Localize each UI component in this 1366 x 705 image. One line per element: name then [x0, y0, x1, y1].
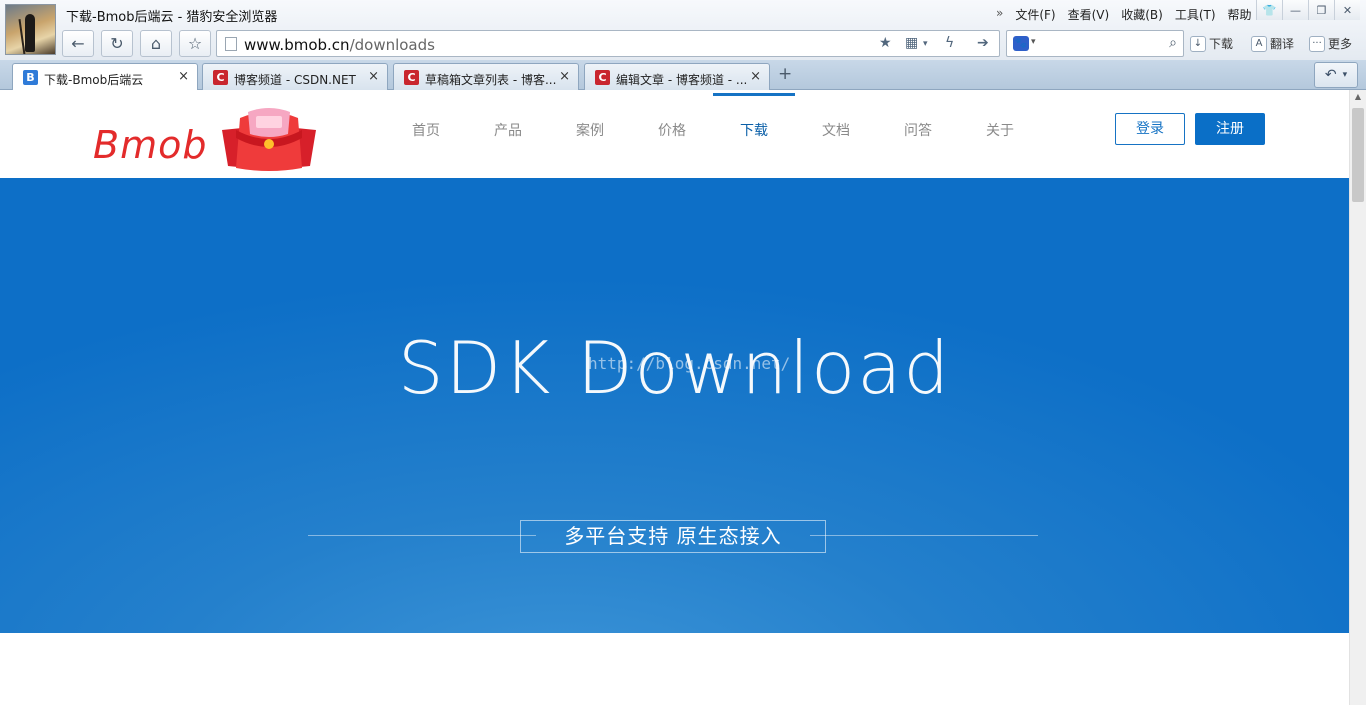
- more-label: 更多: [1328, 37, 1353, 51]
- menu-view[interactable]: 查看(V): [1068, 6, 1110, 23]
- add-favorite-star-icon[interactable]: ★: [879, 35, 892, 51]
- minimize-button[interactable]: —: [1282, 0, 1308, 20]
- bmob-favicon-icon: B: [23, 70, 38, 85]
- csdn-favicon-icon: C: [213, 70, 228, 85]
- banner-tagline: 多平台支持 原生态接入: [520, 520, 826, 553]
- search-icon[interactable]: ⌕: [1169, 35, 1177, 51]
- close-window-button[interactable]: ✕: [1334, 0, 1360, 20]
- back-arrow-icon: ←: [71, 34, 85, 53]
- undo-dropdown-icon: ▾: [1342, 70, 1348, 80]
- site-header: Bmob 首页 产品 案例 价格 下载 文档 问答 关于 登录 注册: [0, 90, 1349, 178]
- tagline-divider-left: [308, 535, 536, 536]
- undo-close-tab-button[interactable]: ↶ ▾: [1314, 62, 1358, 88]
- browser-toolbar: ← ↻ ⌂ ☆ www.bmob.cn/downloads ★ ▦ ▾ ϟ ➔ …: [0, 28, 1366, 60]
- translate-button[interactable]: A 翻译: [1251, 35, 1294, 52]
- avatar-figure-shape: [25, 14, 35, 52]
- tab-strip: B 下载-Bmob后端云 × C 博客频道 - CSDN.NET × C 草稿箱…: [0, 60, 1366, 91]
- new-tab-plus-icon[interactable]: +: [778, 64, 792, 84]
- scrollbar-thumb[interactable]: [1352, 108, 1364, 202]
- user-avatar[interactable]: [5, 4, 56, 55]
- tab-close-icon[interactable]: ×: [750, 69, 761, 84]
- url-path: /downloads: [349, 36, 435, 54]
- star-icon: ☆: [187, 34, 203, 53]
- back-button[interactable]: ←: [62, 30, 94, 57]
- download-button[interactable]: ↓ 下载: [1190, 35, 1233, 52]
- menu-favorites[interactable]: 收藏(B): [1121, 6, 1163, 23]
- hero-banner: SDK Download http://blog.csdn.net/ 多平台支持…: [0, 178, 1349, 633]
- menu-tools[interactable]: 工具(T): [1175, 6, 1216, 23]
- qrcode-icon[interactable]: ▦: [905, 35, 918, 51]
- url-host: www.bmob.cn: [244, 36, 350, 54]
- site-logo-text[interactable]: Bmob: [93, 123, 207, 167]
- main-nav: 首页 产品 案例 价格 下载 文档 问答 关于: [385, 90, 1041, 178]
- collapse-menu-icon[interactable]: »: [996, 6, 1003, 23]
- nav-downloads[interactable]: 下载: [713, 90, 795, 178]
- qrcode-dropdown-icon[interactable]: ▾: [923, 39, 928, 49]
- restore-button[interactable]: ❐: [1308, 0, 1334, 20]
- watermark-text: http://blog.csdn.net/: [588, 354, 791, 373]
- home-button[interactable]: ⌂: [140, 30, 172, 57]
- lightning-icon[interactable]: ϟ: [945, 35, 954, 51]
- translate-label: 翻译: [1270, 37, 1295, 51]
- tab-close-icon[interactable]: ×: [559, 69, 570, 84]
- menu-help[interactable]: 帮助: [1228, 6, 1252, 23]
- go-arrow-icon[interactable]: ➔: [977, 35, 989, 51]
- address-url[interactable]: www.bmob.cn/downloads: [244, 36, 435, 54]
- nav-about[interactable]: 关于: [959, 90, 1041, 178]
- tab-label: 编辑文章 - 博客频道 - ...: [616, 73, 748, 87]
- tab-csdn-blog[interactable]: C 博客频道 - CSDN.NET ×: [202, 63, 388, 90]
- window-controls: 👕 — ❐ ✕: [1256, 0, 1360, 20]
- menu-file[interactable]: 文件(F): [1015, 6, 1055, 23]
- translate-icon: A: [1251, 35, 1267, 52]
- home-icon: ⌂: [150, 34, 162, 53]
- tab-edit-article[interactable]: C 编辑文章 - 博客频道 - ... ×: [584, 63, 770, 90]
- csdn-favicon-icon: C: [404, 70, 419, 85]
- skin-icon[interactable]: 👕: [1256, 0, 1282, 20]
- search-engine-dropdown-icon[interactable]: ▾: [1031, 37, 1036, 47]
- nav-pricing[interactable]: 价格: [631, 90, 713, 178]
- red-envelope-logo-icon[interactable]: [218, 108, 320, 172]
- tab-drafts-list[interactable]: C 草稿箱文章列表 - 博客... ×: [393, 63, 579, 90]
- tab-close-icon[interactable]: ×: [368, 69, 379, 84]
- register-button[interactable]: 注册: [1195, 113, 1265, 145]
- undo-icon: ↶: [1324, 67, 1337, 83]
- refresh-button[interactable]: ↻: [101, 30, 133, 57]
- page-scrollbar[interactable]: ▲: [1349, 90, 1366, 705]
- tab-bmob-downloads[interactable]: B 下载-Bmob后端云 ×: [12, 63, 198, 91]
- favorite-button[interactable]: ☆: [179, 30, 211, 57]
- page-icon: [225, 37, 237, 51]
- tab-label: 博客频道 - CSDN.NET: [234, 73, 356, 87]
- more-button[interactable]: ··· 更多: [1309, 35, 1352, 52]
- page-viewport: Bmob 首页 产品 案例 价格 下载 文档 问答 关于 登录 注册 SDK D…: [0, 90, 1349, 705]
- tagline-divider-right: [810, 535, 1038, 536]
- scroll-up-arrow-icon[interactable]: ▲: [1350, 92, 1366, 104]
- tab-label: 草稿箱文章列表 - 博客...: [425, 73, 557, 87]
- csdn-favicon-icon: C: [595, 70, 610, 85]
- tab-close-icon[interactable]: ×: [178, 69, 189, 84]
- nav-cases[interactable]: 案例: [549, 90, 631, 178]
- login-button[interactable]: 登录: [1115, 113, 1185, 145]
- more-dots-icon: ···: [1309, 35, 1325, 52]
- nav-docs[interactable]: 文档: [795, 90, 877, 178]
- address-bar[interactable]: www.bmob.cn/downloads ★ ▦ ▾ ϟ ➔: [216, 30, 1000, 57]
- search-engine-paw-icon[interactable]: 🐾: [1013, 36, 1029, 51]
- download-icon: ↓: [1190, 35, 1206, 52]
- search-box[interactable]: 🐾 ▾ ⌕: [1006, 30, 1184, 57]
- window-title: 下载-Bmob后端云 - 猎豹安全浏览器: [66, 10, 278, 25]
- tab-label: 下载-Bmob后端云: [44, 73, 144, 87]
- nav-products[interactable]: 产品: [467, 90, 549, 178]
- menu-bar: » 文件(F) 查看(V) 收藏(B) 工具(T) 帮助: [996, 6, 1252, 23]
- download-label: 下载: [1209, 37, 1234, 51]
- refresh-icon: ↻: [110, 34, 124, 53]
- nav-qa[interactable]: 问答: [877, 90, 959, 178]
- nav-home[interactable]: 首页: [385, 90, 467, 178]
- window-title-bar: 下载-Bmob后端云 - 猎豹安全浏览器 » 文件(F) 查看(V) 收藏(B)…: [0, 0, 1366, 55]
